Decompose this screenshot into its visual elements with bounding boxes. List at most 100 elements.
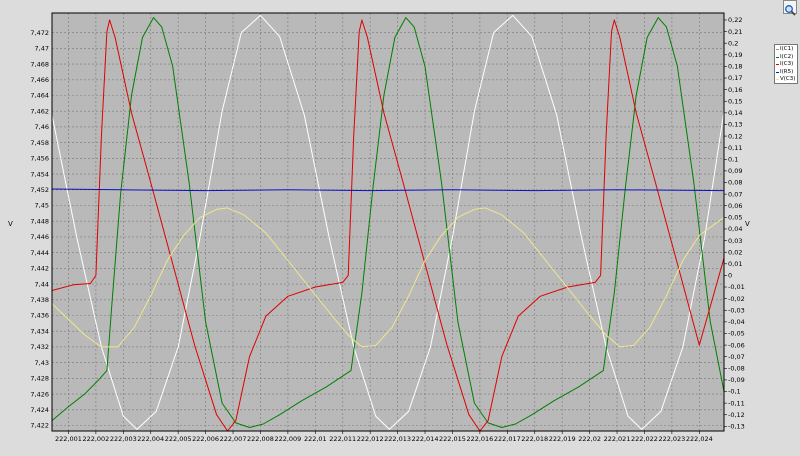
right-tick-label: 0,14 <box>728 109 742 117</box>
x-tick-label: 222,01 <box>304 435 327 443</box>
x-tick-label: 222,002 <box>82 435 109 443</box>
right-tick-label: -0,05 <box>728 330 745 338</box>
right-tick-label: 0,22 <box>728 16 742 24</box>
legend-label: I(C2) <box>780 53 794 60</box>
right-tick-label: 0,11 <box>728 144 742 152</box>
zoom-button[interactable] <box>783 0 797 16</box>
right-tick-label: 0,1 <box>728 156 738 164</box>
legend-label: V(C3) <box>780 76 796 83</box>
legend-swatch <box>776 79 779 81</box>
right-tick-label: -0,02 <box>728 295 745 303</box>
left-tick-label: 7,426 <box>30 390 49 398</box>
left-tick-label: 7,44 <box>35 280 49 288</box>
right-tick-label: 0,09 <box>728 167 742 175</box>
left-tick-label: 7,452 <box>30 186 49 194</box>
left-tick-label: 7,438 <box>30 296 49 304</box>
right-axis-label: V <box>745 220 750 228</box>
x-tick-label: 222,013 <box>384 435 411 443</box>
right-axis-ticks: 0,22 0,21 0,2 0,19 0,18 0,17 0,16 0,15 0,14 0,13 0… <box>724 16 745 431</box>
legend-item: I(C1) <box>776 46 797 54</box>
x-tick-label: 222,02 <box>578 435 601 443</box>
x-tick-label: 222,001 <box>55 435 82 443</box>
right-tick-label: -0,03 <box>728 306 745 314</box>
right-tick-label: 0,21 <box>728 28 742 36</box>
x-tick-label: 222,011 <box>329 435 356 443</box>
x-tick-label: 222,014 <box>412 435 439 443</box>
left-tick-label: 7,456 <box>30 155 49 163</box>
x-axis-ticks: 222,001 222,002 222,003 222,004 222,005 222,0… <box>55 431 713 443</box>
legend-label: I(R5) <box>780 68 794 75</box>
legend-item: I(R5) <box>776 69 797 77</box>
x-tick-label: 222,016 <box>466 435 493 443</box>
right-tick-label: 0,05 <box>728 214 742 222</box>
legend-label: I(C3) <box>780 61 794 68</box>
legend-item: V(C3) <box>776 76 797 84</box>
right-tick-label: -0,04 <box>728 318 745 326</box>
x-tick-label: 222,023 <box>658 435 685 443</box>
left-tick-label: 7,458 <box>30 139 49 147</box>
legend-swatch <box>776 49 779 51</box>
left-tick-label: 7,472 <box>30 29 49 37</box>
left-tick-label: 7,464 <box>30 92 49 100</box>
right-tick-label: -0,01 <box>728 283 745 291</box>
left-tick-label: 7,462 <box>30 107 49 115</box>
left-tick-label: 7,43 <box>35 359 49 367</box>
right-tick-label: -0,12 <box>728 411 745 419</box>
left-tick-label: 7,45 <box>35 202 49 210</box>
left-tick-label: 7,46 <box>35 123 49 131</box>
right-tick-label: 0,07 <box>728 190 742 198</box>
right-tick-label: 0,2 <box>728 39 738 47</box>
x-tick-label: 222,019 <box>549 435 576 443</box>
right-tick-label: 0,13 <box>728 121 742 129</box>
right-tick-label: 0,15 <box>728 97 742 105</box>
left-tick-label: 7,422 <box>30 422 49 430</box>
left-tick-label: 7,436 <box>30 312 49 320</box>
right-tick-label: -0,13 <box>728 423 745 431</box>
left-tick-label: 7,442 <box>30 265 49 273</box>
right-tick-label: 0,08 <box>728 179 742 187</box>
right-tick-label: 0,06 <box>728 202 742 210</box>
legend-swatch <box>776 71 779 73</box>
right-tick-label: -0,09 <box>728 376 745 384</box>
right-tick-label: 0,03 <box>728 237 742 245</box>
x-tick-label: 222,018 <box>521 435 548 443</box>
left-axis-ticks: 7,472 7,47 7,468 7,466 7,464 7,462 7,46 7,458 7,… <box>30 29 49 430</box>
right-tick-label: 0,17 <box>728 74 742 82</box>
x-tick-label: 222,007 <box>220 435 247 443</box>
x-tick-label: 222,017 <box>494 435 521 443</box>
left-tick-label: 7,444 <box>30 249 49 257</box>
x-tick-label: 222,005 <box>165 435 192 443</box>
right-tick-label: -0,11 <box>728 399 745 407</box>
legend-swatch <box>776 64 779 66</box>
x-tick-label: 222,003 <box>110 435 137 443</box>
x-tick-label: 222,004 <box>137 435 164 443</box>
left-axis-label: V <box>8 220 13 228</box>
legend-item: I(C3) <box>776 61 797 69</box>
legend-label: I(C1) <box>780 46 794 53</box>
left-tick-label: 7,454 <box>30 170 49 178</box>
x-tick-label: 222,024 <box>686 435 713 443</box>
x-tick-label: 222,022 <box>631 435 658 443</box>
x-tick-label: 222,006 <box>192 435 219 443</box>
right-tick-label: 0,02 <box>728 248 742 256</box>
left-tick-label: 7,466 <box>30 76 49 84</box>
x-tick-label: 222,009 <box>274 435 301 443</box>
left-tick-label: 7,468 <box>30 60 49 68</box>
left-tick-label: 7,434 <box>30 327 49 335</box>
left-tick-label: 7,424 <box>30 406 49 414</box>
x-tick-label: 222,021 <box>604 435 631 443</box>
right-tick-label: -0,1 <box>728 388 741 396</box>
x-tick-label: 222,008 <box>247 435 274 443</box>
left-tick-label: 7,448 <box>30 217 49 225</box>
legend-swatch <box>776 56 779 58</box>
right-tick-label: 0,12 <box>728 132 742 140</box>
x-tick-label: 222,012 <box>357 435 384 443</box>
right-tick-label: -0,08 <box>728 365 745 373</box>
right-tick-label: -0,07 <box>728 353 745 361</box>
right-tick-label: 0 <box>728 272 732 280</box>
right-tick-label: 0,01 <box>728 260 742 268</box>
left-tick-label: 7,47 <box>35 45 49 53</box>
right-tick-label: 0,18 <box>728 63 742 71</box>
x-tick-label: 222,015 <box>439 435 466 443</box>
left-tick-label: 7,432 <box>30 343 49 351</box>
